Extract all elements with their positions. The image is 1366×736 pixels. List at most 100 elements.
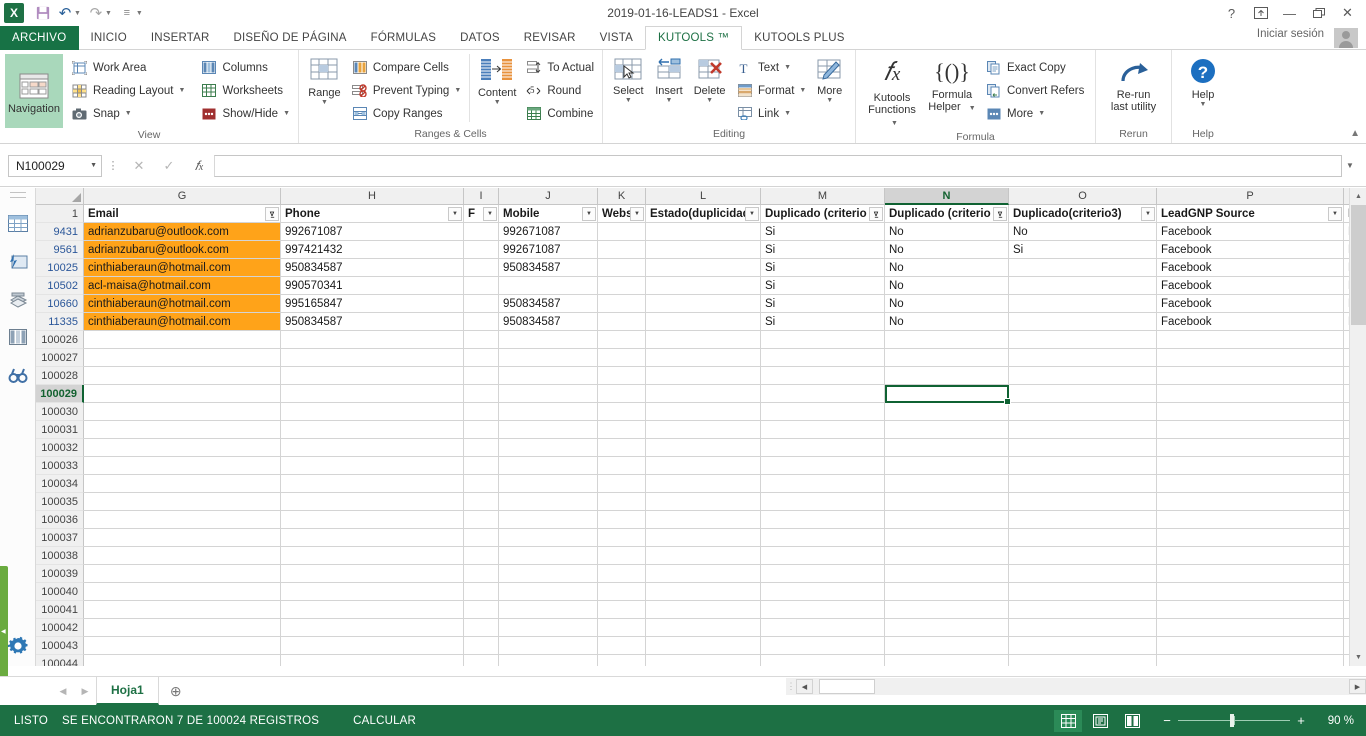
formula-bar-handle[interactable]: ⋮ <box>102 159 124 172</box>
cell-K100044[interactable] <box>598 655 646 666</box>
cell-M100035[interactable] <box>761 493 885 511</box>
cell-P100043[interactable] <box>1157 637 1344 655</box>
cell-I100027[interactable] <box>464 349 499 367</box>
cell-M100042[interactable] <box>761 619 885 637</box>
filter-dropdown-icon-H[interactable]: ▼ <box>448 207 462 221</box>
row-header-100037[interactable]: 100037 <box>36 529 84 547</box>
cell-G9561[interactable]: adrianzubaru@outlook.com <box>84 241 281 259</box>
column-header-H[interactable]: H <box>281 188 464 205</box>
cell-L10502[interactable] <box>646 277 761 295</box>
row-header-100032[interactable]: 100032 <box>36 439 84 457</box>
scroll-right-icon[interactable]: ▶ <box>1349 679 1366 694</box>
cell-P10025[interactable]: Facebook <box>1157 259 1344 277</box>
cell-G100040[interactable] <box>84 583 281 601</box>
cell-P100034[interactable] <box>1157 475 1344 493</box>
reading-layout-dropdown-icon[interactable]: ▼ <box>179 87 186 94</box>
cell-I100028[interactable] <box>464 367 499 385</box>
cell-L100028[interactable] <box>646 367 761 385</box>
row-header-100040[interactable]: 100040 <box>36 583 84 601</box>
cell-J100037[interactable] <box>499 529 598 547</box>
cell-L9561[interactable] <box>646 241 761 259</box>
cell-J100030[interactable] <box>499 403 598 421</box>
cell-L100039[interactable] <box>646 565 761 583</box>
row-header-100035[interactable]: 100035 <box>36 493 84 511</box>
zoom-slider-track[interactable] <box>1178 714 1290 727</box>
row-header-1[interactable]: 1 <box>36 205 84 223</box>
cell-K100028[interactable] <box>598 367 646 385</box>
cell-I100038[interactable] <box>464 547 499 565</box>
redo-icon[interactable]: ↷ <box>85 2 107 24</box>
cell-I100036[interactable] <box>464 511 499 529</box>
ribbon-tab-insertar[interactable]: INSERTAR <box>139 26 222 50</box>
row-header-100042[interactable]: 100042 <box>36 619 84 637</box>
cell-M100043[interactable] <box>761 637 885 655</box>
cell-I100030[interactable] <box>464 403 499 421</box>
cell-K100029[interactable] <box>598 385 646 403</box>
customize-qat-icon[interactable]: ≡ <box>116 2 138 24</box>
cell-N100034[interactable] <box>885 475 1009 493</box>
cell-J100042[interactable] <box>499 619 598 637</box>
delete-dropdown-icon[interactable]: ▼ <box>706 97 713 104</box>
customize-qat-dropdown-icon[interactable]: ▼ <box>136 10 143 17</box>
ribbon-tab-inicio[interactable]: INICIO <box>79 26 139 50</box>
cell-K100038[interactable] <box>598 547 646 565</box>
cell-N100036[interactable] <box>885 511 1009 529</box>
cell-M100029[interactable] <box>761 385 885 403</box>
cell-I100031[interactable] <box>464 421 499 439</box>
cell-O100039[interactable] <box>1009 565 1157 583</box>
cell-N9431[interactable]: No <box>885 223 1009 241</box>
cell-I100039[interactable] <box>464 565 499 583</box>
column-header-K[interactable]: K <box>598 188 646 205</box>
cell-H100027[interactable] <box>281 349 464 367</box>
vertical-scrollbar[interactable]: ▲ ▼ <box>1349 188 1366 666</box>
convert-refers-button[interactable]: Convert Refers <box>983 79 1087 102</box>
cell-L100034[interactable] <box>646 475 761 493</box>
row-header-100029[interactable]: 100029 <box>36 385 84 403</box>
cell-O100028[interactable] <box>1009 367 1157 385</box>
cell-N9561[interactable]: No <box>885 241 1009 259</box>
cell-N100039[interactable] <box>885 565 1009 583</box>
cell-I100029[interactable] <box>464 385 499 403</box>
cell-L100043[interactable] <box>646 637 761 655</box>
cell-N11335[interactable]: No <box>885 313 1009 331</box>
filter-applied-icon-N[interactable]: ∇̲ <box>993 207 1007 221</box>
cell-N100026[interactable] <box>885 331 1009 349</box>
cell-I100041[interactable] <box>464 601 499 619</box>
cell-M100039[interactable] <box>761 565 885 583</box>
cell-M100033[interactable] <box>761 457 885 475</box>
cell-N100031[interactable] <box>885 421 1009 439</box>
cell-K100037[interactable] <box>598 529 646 547</box>
cell-M9561[interactable]: Si <box>761 241 885 259</box>
cell-J100033[interactable] <box>499 457 598 475</box>
cell-O100033[interactable] <box>1009 457 1157 475</box>
sign-in-link[interactable]: Iniciar sesión <box>1257 28 1324 40</box>
cell-L100031[interactable] <box>646 421 761 439</box>
cell-I10025[interactable] <box>464 259 499 277</box>
auto-text-icon[interactable] <box>6 249 30 273</box>
worksheets-button[interactable]: Worksheets <box>198 79 293 102</box>
cell-H100041[interactable] <box>281 601 464 619</box>
cell-L100041[interactable] <box>646 601 761 619</box>
cell-I100026[interactable] <box>464 331 499 349</box>
cell-O10025[interactable] <box>1009 259 1157 277</box>
cell-G11335[interactable]: cinthiaberaun@hotmail.com <box>84 313 281 331</box>
undo-icon[interactable]: ↶ <box>54 2 76 24</box>
format-button[interactable]: Format ▼ <box>734 79 809 102</box>
horizontal-scrollbar[interactable]: ⋮ ◀ ▶ <box>786 678 1366 695</box>
cell-M100040[interactable] <box>761 583 885 601</box>
row-header-100034[interactable]: 100034 <box>36 475 84 493</box>
to-actual-button[interactable]: To Actual <box>523 56 597 79</box>
cell-O11335[interactable] <box>1009 313 1157 331</box>
cell-O100032[interactable] <box>1009 439 1157 457</box>
format-dropdown-icon[interactable]: ▼ <box>799 87 806 94</box>
link-dropdown-icon[interactable]: ▼ <box>784 110 791 117</box>
row-header-100028[interactable]: 100028 <box>36 367 84 385</box>
cell-G10025[interactable]: cinthiaberaun@hotmail.com <box>84 259 281 277</box>
cell-K100027[interactable] <box>598 349 646 367</box>
delete-button[interactable]: Delete ▼ <box>689 54 730 104</box>
formula-helper-button[interactable]: {()} Formula Helper ▼ <box>923 54 981 115</box>
page-break-preview-icon[interactable] <box>1118 710 1146 732</box>
cell-G100026[interactable] <box>84 331 281 349</box>
cell-P100028[interactable] <box>1157 367 1344 385</box>
filter-dropdown-icon-L[interactable]: ▼ <box>745 207 759 221</box>
